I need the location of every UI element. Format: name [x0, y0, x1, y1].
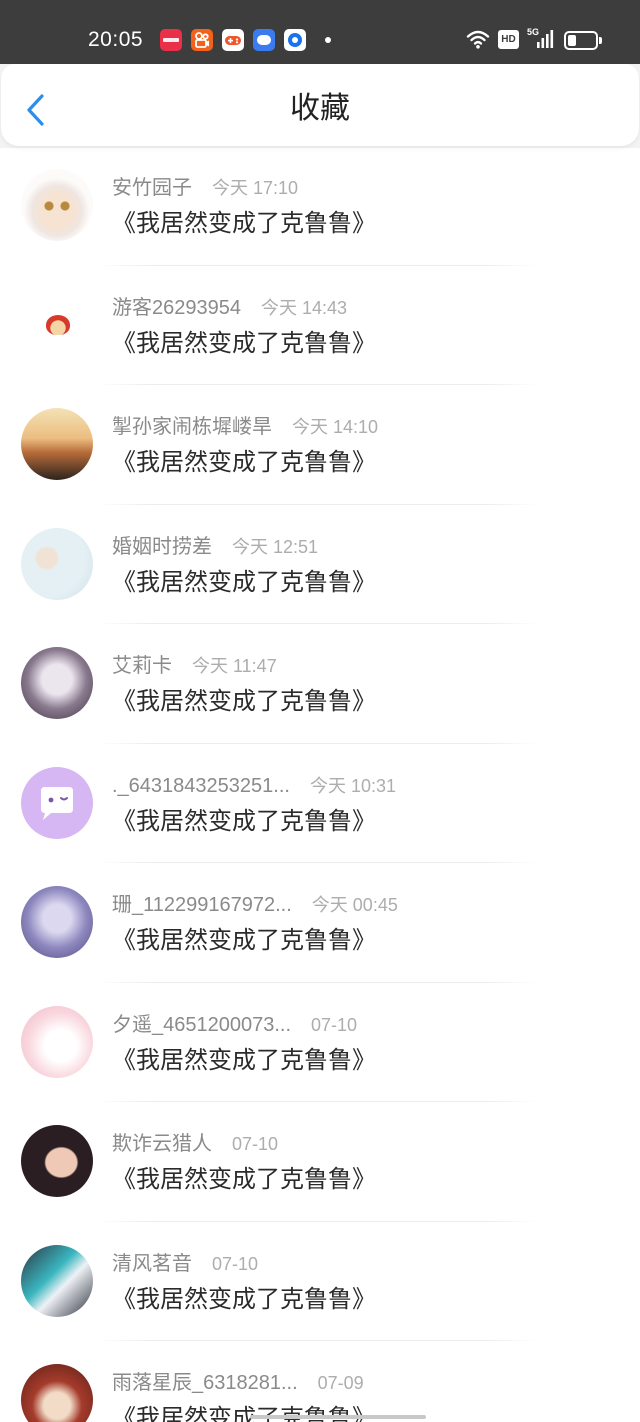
- status-bar: 20:05 HD 5G: [0, 0, 640, 64]
- meta-row: 安竹园子 今天 17:10: [112, 173, 298, 203]
- favorite-item[interactable]: 珊_112299167972... 今天 00:45 《我居然变成了克鲁鲁》: [0, 863, 640, 983]
- user-avatar[interactable]: [21, 1005, 93, 1078]
- meta-row: 清风茗音 07-10: [112, 1249, 258, 1279]
- user-name[interactable]: ._6431843253251...: [112, 771, 290, 801]
- favorite-item[interactable]: 艾莉卡 今天 11:47 《我居然变成了克鲁鲁》: [0, 624, 640, 744]
- user-name[interactable]: 艾莉卡: [112, 651, 172, 681]
- user-avatar[interactable]: [21, 408, 93, 480]
- xiaohongshu-icon: [160, 29, 182, 51]
- timestamp: 07-09: [317, 1373, 364, 1393]
- home-indicator[interactable]: [250, 1415, 426, 1419]
- battery-level: [568, 35, 576, 46]
- favorite-item[interactable]: 安竹园子 今天 17:10 《我居然变成了克鲁鲁》: [0, 146, 640, 266]
- meta-row: 欺诈云猎人 07-10: [112, 1129, 278, 1159]
- navigation-header: 收藏: [1, 64, 639, 146]
- timestamp: 今天 10:31: [309, 775, 396, 796]
- favorite-item[interactable]: 雨落星辰_6318281... 07-09 《我居然变成了克鲁鲁》: [0, 1341, 640, 1422]
- user-name[interactable]: 雨落星辰_6318281...: [112, 1368, 298, 1398]
- meta-row: 掣孙家闹栋墀嵝旱 今天 14:10: [112, 412, 378, 442]
- user-avatar[interactable]: [21, 288, 93, 361]
- user-avatar[interactable]: [21, 1125, 93, 1197]
- favorite-item[interactable]: 欺诈云猎人 07-10 《我居然变成了克鲁鲁》: [0, 1102, 640, 1222]
- item-title[interactable]: 《我居然变成了克鲁鲁》: [112, 445, 376, 481]
- favorite-item[interactable]: 掣孙家闹栋墀嵝旱 今天 14:10 《我居然变成了克鲁鲁》: [0, 385, 640, 505]
- timestamp: 今天 00:45: [311, 895, 398, 915]
- user-avatar[interactable]: [21, 647, 93, 719]
- favorite-item[interactable]: 夕遥_4651200073... 07-10 《我居然变成了克鲁鲁》: [0, 983, 640, 1102]
- favorite-item[interactable]: 游客26293954 今天 14:43 《我居然变成了克鲁鲁》: [0, 266, 640, 385]
- user-avatar[interactable]: [21, 766, 93, 839]
- page-title: 收藏: [290, 92, 350, 125]
- user-avatar[interactable]: [21, 1244, 93, 1317]
- user-avatar[interactable]: [21, 169, 93, 241]
- user-avatar[interactable]: [21, 886, 93, 958]
- header-area: 收藏: [0, 64, 640, 148]
- timestamp: 今天 17:10: [212, 178, 299, 198]
- item-title[interactable]: 《我居然变成了克鲁鲁》: [112, 565, 376, 601]
- game-center-icon: [222, 29, 244, 51]
- timestamp: 今天 12:51: [232, 536, 319, 557]
- item-title[interactable]: 《我居然变成了克鲁鲁》: [112, 804, 376, 840]
- item-title[interactable]: 《我居然变成了克鲁鲁》: [112, 326, 376, 362]
- wifi-icon: [466, 29, 490, 54]
- meta-row: 雨落星辰_6318281... 07-09: [112, 1368, 364, 1398]
- favorites-list[interactable]: 安竹园子 今天 17:10 《我居然变成了克鲁鲁》 游客26293954 今天 14:4…: [0, 146, 640, 1422]
- user-name[interactable]: 清风茗音: [112, 1249, 192, 1279]
- timestamp: 07-10: [232, 1134, 279, 1154]
- timestamp: 今天 11:47: [192, 656, 277, 676]
- battery-nub: [599, 37, 602, 44]
- item-title[interactable]: 《我居然变成了克鲁鲁》: [112, 1043, 376, 1079]
- browser-icon: [284, 29, 306, 51]
- user-name[interactable]: 安竹园子: [112, 173, 192, 203]
- user-name[interactable]: 游客26293954: [112, 293, 241, 323]
- favorite-item[interactable]: 清风茗音 07-10 《我居然变成了克鲁鲁》: [0, 1222, 640, 1341]
- meta-row: 夕遥_4651200073... 07-10: [112, 1010, 357, 1040]
- chat-bubble-icon: [21, 767, 93, 839]
- meta-row: 珊_112299167972... 今天 00:45: [112, 890, 398, 920]
- kuaishou-icon: [191, 29, 213, 51]
- user-name[interactable]: 婚姻时捞差: [112, 532, 212, 562]
- user-avatar[interactable]: [21, 1364, 93, 1422]
- notification-dot: [325, 37, 331, 43]
- item-title[interactable]: 《我居然变成了克鲁鲁》: [112, 923, 376, 959]
- user-name[interactable]: 夕遥_4651200073...: [112, 1010, 291, 1040]
- item-title[interactable]: 《我居然变成了克鲁鲁》: [112, 206, 376, 242]
- favorite-item[interactable]: 婚姻时捞差 今天 12:51 《我居然变成了克鲁鲁》: [0, 505, 640, 624]
- meta-row: 游客26293954 今天 14:43: [112, 293, 347, 323]
- item-title[interactable]: 《我居然变成了克鲁鲁》: [112, 1162, 376, 1198]
- timestamp: 07-10: [311, 1014, 358, 1035]
- item-title[interactable]: 《我居然变成了克鲁鲁》: [112, 1282, 376, 1318]
- timestamp: 今天 14:10: [292, 417, 379, 437]
- user-name[interactable]: 珊_112299167972...: [112, 890, 292, 920]
- meta-row: ._6431843253251... 今天 10:31: [112, 771, 396, 801]
- item-title[interactable]: 《我居然变成了克鲁鲁》: [112, 684, 376, 720]
- message-bubble-icon: [253, 29, 275, 51]
- cellular-signal-icon: 5G: [526, 27, 554, 51]
- user-name[interactable]: 掣孙家闹栋墀嵝旱: [112, 412, 272, 442]
- hd-voice-badge: HD: [498, 30, 519, 49]
- user-name[interactable]: 欺诈云猎人: [112, 1129, 212, 1159]
- battery-icon: [564, 31, 602, 50]
- status-time: 20:05: [88, 28, 144, 51]
- timestamp: 今天 14:43: [260, 297, 348, 318]
- meta-row: 婚姻时捞差 今天 12:51: [112, 532, 318, 562]
- favorite-item[interactable]: ._6431843253251... 今天 10:31 《我居然变成了克鲁鲁》: [0, 744, 640, 863]
- timestamp: 07-10: [212, 1253, 259, 1274]
- user-avatar[interactable]: [21, 527, 93, 600]
- meta-row: 艾莉卡 今天 11:47: [112, 651, 277, 681]
